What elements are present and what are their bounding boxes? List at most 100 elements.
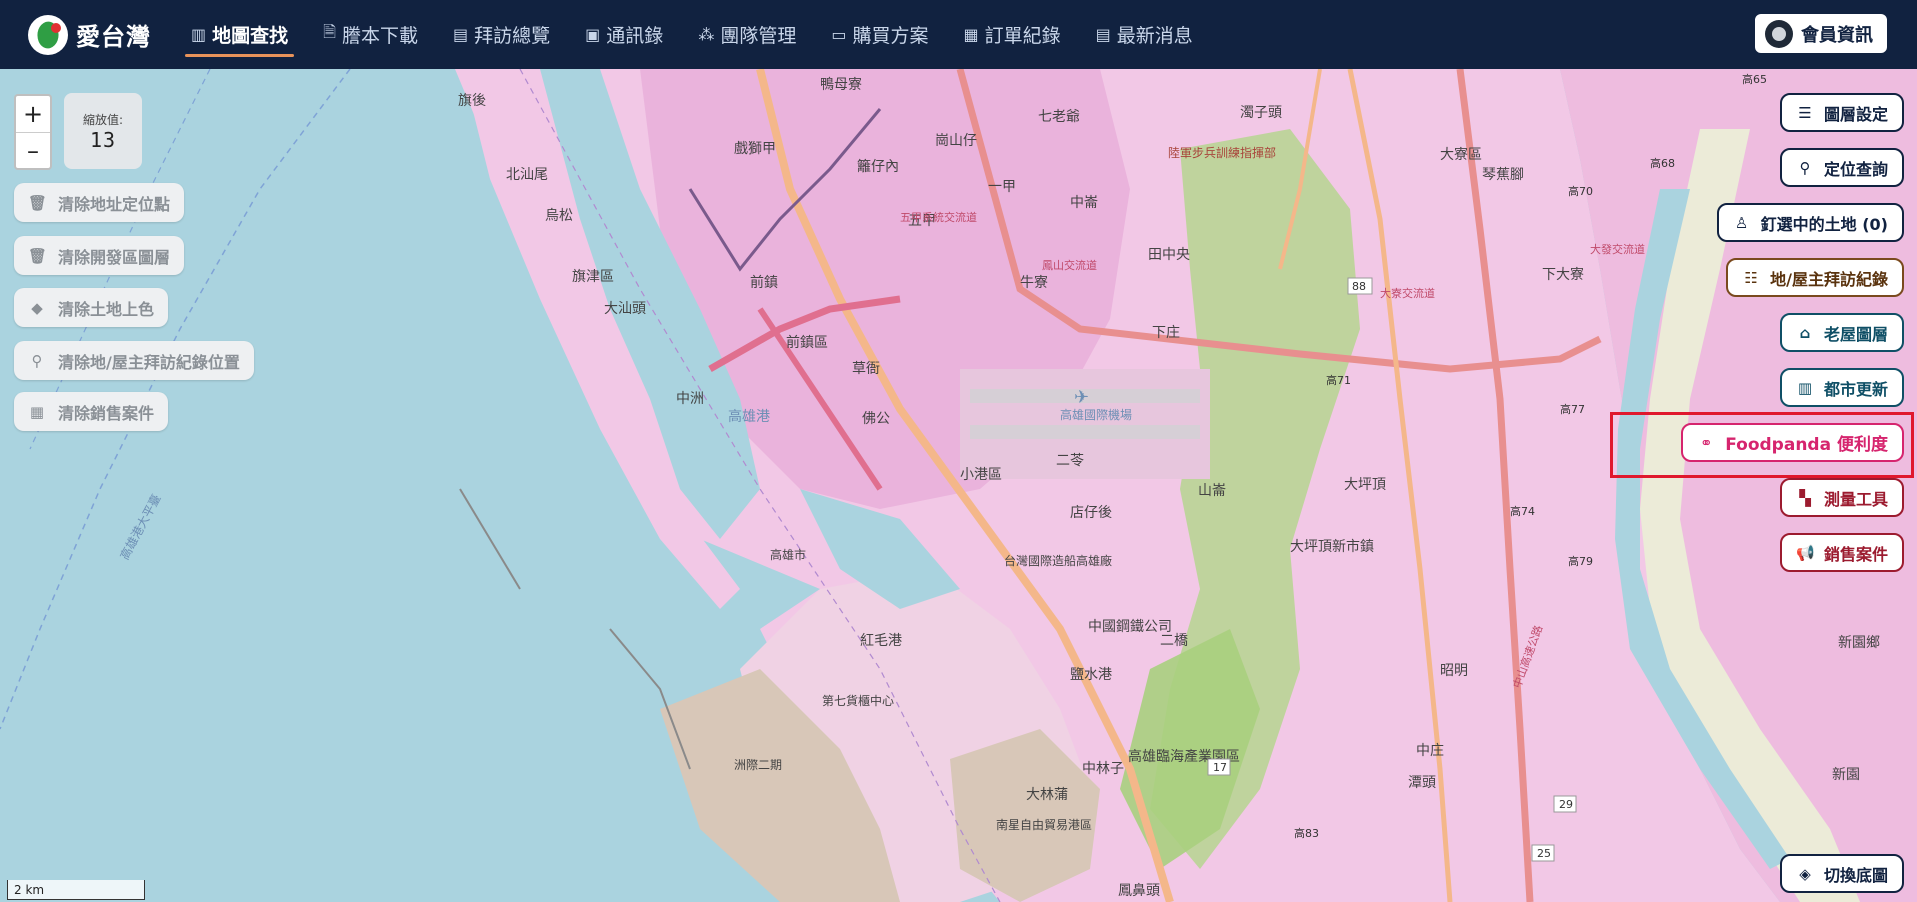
button-label: 定位查詢 [1823,159,1888,179]
app-name: 愛台灣 [76,23,151,51]
zoom-control: + – [14,94,52,170]
sales-cases-button[interactable]: 📢 銷售案件 [1779,533,1904,572]
team-hierarchy-icon: ⁂ [698,25,715,44]
place-label: 第七貨櫃中心 [822,693,894,708]
zoom-level-value: 13 [89,127,117,152]
place-label: 戲獅甲 [734,141,776,157]
place-label: 鹽水港 [1070,667,1112,683]
place-label: 陸軍步兵訓練指揮部 [1168,145,1276,160]
button-label: 清除土地上色 [58,299,155,319]
place-label: 高雄港 [728,408,770,425]
place-label: 大汕頭 [604,301,646,317]
user-pin-icon: ♙ [1734,213,1749,232]
place-label: 高雄國際機場 [1060,407,1132,422]
place-label: 籬仔內 [857,159,899,175]
route-badge: 高74 [1510,504,1535,518]
nav-purchase-plans[interactable]: ▭ 購買方案 [821,0,938,69]
place-label: 高雄市 [770,547,806,562]
clear-development-layer-button[interactable]: 🗑 清除開發區圖層 [14,236,185,275]
folder-icon: ▭ [831,25,847,44]
highlight-annotation [1610,412,1914,478]
pinned-land-button[interactable]: ♙ 釘選中的土地 (0) [1716,203,1904,242]
brand[interactable]: 愛台灣 [28,14,151,55]
switch-basemap-button[interactable]: ◈ 切換底圖 [1779,854,1904,893]
nav-transcript-download[interactable]: 🗎 謄本下載 [313,0,428,69]
button-label: 清除地址定位點 [58,194,171,214]
nav-order-history[interactable]: ▦ 訂單紀錄 [953,0,1070,69]
nav-latest-news[interactable]: ▤ 最新消息 [1086,0,1203,69]
route-badge: 高77 [1560,402,1585,416]
map-canvas[interactable]: 旗後 北汕尾 烏松 旗津區 大汕頭 中洲 高雄港 戲獅甲 前鎮 前鎮區 草衙 佛… [0,69,1917,902]
place-label: 大坪頂新市鎮 [1290,538,1374,555]
button-label: 圖層設定 [1823,104,1888,124]
nav-label: 訂單紀錄 [984,25,1061,47]
megaphone-icon: 📢 [1795,543,1815,562]
place-label: 台灣國際造船高雄廠 [1004,553,1112,568]
report-icon: ▤ [453,25,469,44]
clear-visit-record-locations-button[interactable]: ⚲ 清除地/屋主拜訪紀錄位置 [14,341,254,380]
nav-label: 最新消息 [1116,25,1193,47]
route-badge: 高70 [1568,184,1593,198]
receipt-icon: ▦ [963,25,979,44]
nav-label: 團隊管理 [720,25,797,47]
location-search-button[interactable]: ⚲ 定位查詢 [1779,148,1904,187]
airport-icon: ✈ [1074,387,1089,408]
top-navigation-bar: 愛台灣 ▥ 地圖查找 🗎 謄本下載 ▤ 拜訪總覽 ▣ 通訊錄 ⁂ 團隊管理 ▭ 購買方案 ▦… [0,0,1917,69]
button-label: 釘選中的土地 (0) [1760,214,1888,234]
place-label: 崗山仔 [935,133,977,149]
place-label: 旗後 [458,93,486,109]
zoom-level-label: 縮放值: [82,112,124,127]
place-label: 琴蕉腳 [1482,167,1524,183]
clear-address-pins-button[interactable]: 🗑 清除地址定位點 [14,183,185,222]
user-location-icon: ⚲ [31,351,43,370]
map-icon: ▥ [191,25,207,44]
owner-visit-records-button[interactable]: ☷ 地/屋主拜訪紀錄 [1726,258,1904,297]
route-badge: 17 [1213,761,1227,774]
place-label: 田中央 [1148,247,1190,263]
document-icon: 🗎 [323,22,337,41]
place-label: 二橋 [1160,633,1188,649]
place-label: 前鎮區 [786,334,828,351]
place-label: 旗津區 [572,269,614,285]
nav-label: 謄本下載 [342,25,419,47]
clear-land-coloring-button[interactable]: ◆ 清除土地上色 [14,288,169,327]
place-label: 南星自由貿易港區 [996,817,1092,832]
map-scale-bar: 2 km [7,880,145,900]
old-house-layer-button[interactable]: ⌂ 老屋圖層 [1779,313,1904,352]
place-label: 大發交流道 [1590,242,1645,256]
nav-contacts[interactable]: ▣ 通訊錄 [575,0,673,69]
place-label: 佛公 [862,411,890,427]
button-label: 銷售案件 [1823,544,1888,564]
place-label: 洲際二期 [734,758,782,772]
nav-team-management[interactable]: ⁂ 團隊管理 [688,0,806,69]
nav-label: 通訊錄 [606,25,664,47]
place-label: 二苓 [1056,452,1084,469]
clear-sales-cases-button[interactable]: ▦ 清除銷售案件 [14,392,169,431]
place-label: 中林子 [1082,761,1124,777]
location-pin-icon: ⚲ [1799,158,1811,177]
button-label: 切換底圖 [1823,865,1888,885]
user-list-icon: ☷ [1744,268,1758,287]
nav-map-search[interactable]: ▥ 地圖查找 [181,0,298,69]
urban-renewal-button[interactable]: ▥ 都市更新 [1779,368,1904,407]
button-label: 都市更新 [1823,379,1888,399]
zoom-out-button[interactable]: – [16,133,50,169]
layer-settings-button[interactable]: ☰ 圖層設定 [1779,93,1904,132]
member-info-button[interactable]: 會員資訊 [1753,12,1889,55]
trash-icon: 🗑 [28,246,48,265]
button-label: 清除地/屋主拜訪紀錄位置 [58,352,240,372]
newspaper-icon: ▤ [1095,25,1111,44]
place-label: 北汕尾 [506,167,548,183]
place-label: 下庄 [1152,324,1180,341]
zoom-in-button[interactable]: + [16,96,50,133]
building-icon: ▥ [1797,378,1813,397]
place-label: 鳳山交流道 [1042,258,1097,272]
nav-label: 拜訪總覽 [474,25,551,47]
contact-card-icon: ▣ [585,25,601,44]
sliders-icon: ☰ [1798,103,1812,122]
nav-visit-overview[interactable]: ▤ 拜訪總覽 [443,0,560,69]
place-label: 山崙 [1198,483,1226,499]
place-label: 濁子頭 [1240,105,1282,121]
measure-tool-button[interactable]: ▚ 測量工具 [1779,478,1904,517]
building-icon: ▦ [29,402,45,421]
